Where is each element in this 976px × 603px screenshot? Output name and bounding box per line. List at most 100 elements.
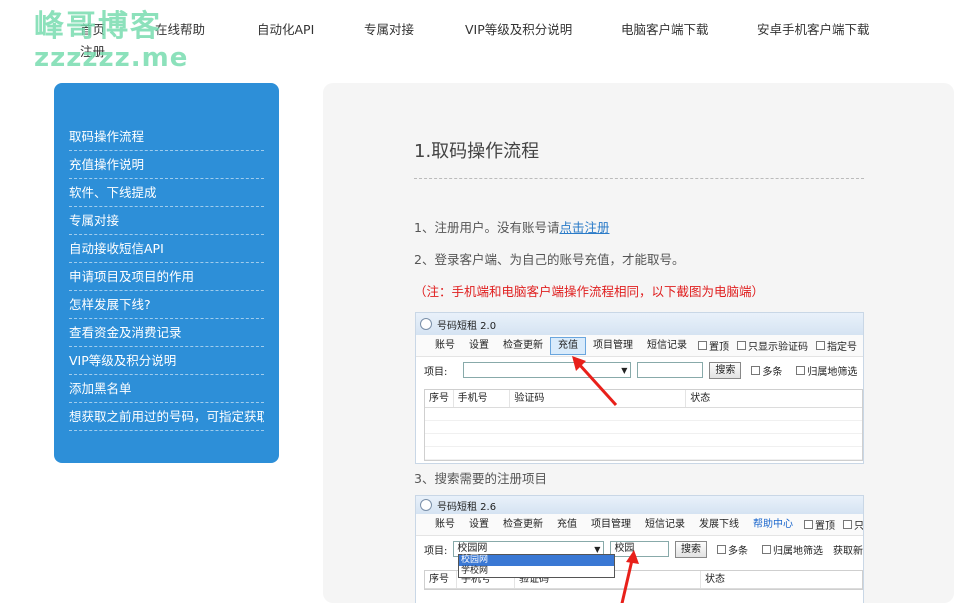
search-input: [637, 362, 704, 378]
check-specify-number: 指定号: [812, 338, 861, 353]
check-pin-top: 置顶: [694, 338, 733, 353]
sidebar-item-recharge[interactable]: 充值操作说明: [69, 151, 264, 179]
client-menubar: 账号 设置 检查更新 充值 项目管理 短信记录 置顶 只显示验证码 指定号: [416, 335, 863, 357]
grid-row: [425, 434, 862, 447]
grid-row: [425, 421, 862, 434]
fetch-new-label: 获取新: [833, 545, 863, 557]
nav-vip[interactable]: VIP等级及积分说明: [465, 19, 572, 38]
register-link[interactable]: 点击注册: [559, 220, 609, 235]
project-select-value: 校园网: [457, 543, 488, 554]
checkbox-icon: [843, 520, 852, 529]
nav-pc-download[interactable]: 电脑客户端下载: [621, 19, 709, 38]
top-nav: 首页 在线帮助 自动化API 专属对接 VIP等级及积分说明 电脑客户端下载 安…: [0, 0, 976, 73]
help-sidebar: 取码操作流程 充值操作说明 软件、下线提成 专属对接 自动接收短信API 申请项…: [54, 83, 279, 463]
col-phone: 手机号: [454, 390, 511, 407]
sidebar-item-blacklist[interactable]: 添加黑名单: [69, 375, 264, 403]
note-text: （注：手机端和电脑客户端操作流程相同，以下截图为电脑端）: [414, 284, 765, 299]
sidebar-item-develop-downline[interactable]: 怎样发展下线?: [69, 291, 264, 319]
check-pin-top-label: 置顶: [709, 342, 729, 353]
dropdown-option: 学校网: [461, 566, 489, 576]
search-input: 校园: [610, 541, 669, 557]
check-region-filter: 归属地筛选: [758, 542, 827, 557]
dropdown-arrow-icon: ▼: [621, 366, 628, 375]
check-code-only-label: 只显示验: [854, 521, 864, 532]
menu-check-update: 检查更新: [503, 339, 543, 351]
nav-dedicated[interactable]: 专属对接: [364, 19, 414, 38]
checkbox-icon: [816, 341, 825, 350]
menu-recharge: 充值: [557, 518, 577, 530]
check-specify-number-label: 指定号: [827, 342, 857, 353]
menu-sms-records: 短信记录: [647, 339, 687, 351]
search-button: 搜索: [675, 540, 707, 558]
sidebar-item-sms-api[interactable]: 自动接收短信API: [69, 235, 264, 263]
menu-help-center: 帮助中心: [753, 518, 793, 530]
project-select: ▼: [463, 362, 632, 378]
grid-header: 序号 手机号 验证码 状态: [425, 390, 862, 408]
dropdown-option: 校园网: [459, 555, 614, 566]
check-region-filter-label: 归属地筛选: [773, 545, 823, 557]
window-title: 号码短租 2.6: [437, 501, 497, 513]
menu-account: 账号: [435, 339, 455, 351]
check-region-filter: 归属地筛选: [792, 363, 861, 378]
checkbox-icon: [737, 341, 746, 350]
step-3: 3、搜索需要的注册项目: [414, 471, 547, 486]
check-pin-top-label: 置顶: [815, 521, 835, 532]
col-code: 验证码: [510, 390, 687, 407]
check-multi-label: 多条: [728, 545, 748, 557]
sidebar-item-vip[interactable]: VIP等级及积分说明: [69, 347, 264, 375]
window-title: 号码短租 2.0: [437, 320, 497, 332]
nav-android-download[interactable]: 安卓手机客户端下载: [757, 19, 870, 38]
nav-api[interactable]: 自动化API: [257, 19, 314, 38]
sidebar-item-reuse-number[interactable]: 想获取之前用过的号码，可指定获取: [69, 403, 264, 431]
sidebar-item-funds-records[interactable]: 查看资金及消费记录: [69, 319, 264, 347]
client-toolrow: 项目: ▼ 搜索 多条 归属地筛选: [416, 357, 863, 383]
check-code-only: 只显示验证码: [733, 338, 812, 353]
app-icon: [420, 499, 432, 511]
checkbox-icon: [804, 520, 813, 529]
grid-row: [425, 447, 862, 460]
client-screenshot-1: 号码短租 2.0 账号 设置 检查更新 充值 项目管理 短信记录 置顶 只显示验…: [415, 312, 864, 464]
menu-develop-downline: 发展下线: [699, 518, 739, 530]
menu-project-manage: 项目管理: [591, 518, 631, 530]
menu-settings: 设置: [469, 518, 489, 530]
step-2: 2、登录客户端、为自己的账号充值，才能取号。: [414, 252, 685, 267]
col-index: 序号: [425, 571, 457, 588]
sidebar-item-commission[interactable]: 软件、下线提成: [69, 179, 264, 207]
app-icon: [420, 318, 432, 330]
window-titlebar: 号码短租 2.0: [416, 313, 863, 335]
grid-row: [425, 408, 862, 421]
search-button: 搜索: [709, 361, 742, 379]
title-divider: [414, 178, 864, 179]
article-panel: 1.取码操作流程 1、注册用户。没有账号请点击注册 2、登录客户端、为自己的账号…: [323, 83, 954, 603]
sidebar-item-fetch-flow[interactable]: 取码操作流程: [69, 123, 264, 151]
check-multi: 多条: [747, 363, 786, 378]
check-multi: 多条: [713, 542, 752, 557]
nav-register[interactable]: 注册: [80, 41, 105, 60]
project-dropdown-list: 校园网 学校网: [458, 554, 615, 578]
watermark-url: zzzzzz.me: [34, 43, 189, 73]
menu-check-update: 检查更新: [503, 518, 543, 530]
check-pin-top: 置顶: [800, 517, 839, 532]
col-index: 序号: [425, 390, 454, 407]
check-region-filter-label: 归属地筛选: [807, 366, 858, 378]
project-label: 项目:: [424, 545, 448, 557]
nav-home[interactable]: 首页: [80, 19, 105, 38]
checkbox-icon: [717, 544, 726, 554]
step-1: 1、注册用户。没有账号请点击注册: [414, 217, 609, 236]
menu-settings: 设置: [469, 339, 489, 351]
sidebar-item-dedicated[interactable]: 专属对接: [69, 207, 264, 235]
col-status: 状态: [705, 574, 725, 585]
col-status: 状态: [690, 393, 711, 404]
page-title: 1.取码操作流程: [414, 141, 540, 162]
menu-recharge: 充值: [550, 336, 586, 355]
check-multi-label: 多条: [762, 366, 783, 378]
menu-account: 账号: [435, 518, 455, 530]
sidebar-item-apply-project[interactable]: 申请项目及项目的作用: [69, 263, 264, 291]
checkbox-icon: [698, 341, 707, 350]
checkbox-icon: [751, 365, 761, 375]
menu-project-manage: 项目管理: [593, 339, 633, 351]
client-screenshot-2: 号码短租 2.6 账号 设置 检查更新 充值 项目管理 短信记录 发展下线 帮助…: [415, 495, 864, 603]
nav-help[interactable]: 在线帮助: [155, 19, 205, 38]
checkbox-icon: [762, 544, 771, 554]
window-titlebar: 号码短租 2.6: [416, 496, 863, 514]
